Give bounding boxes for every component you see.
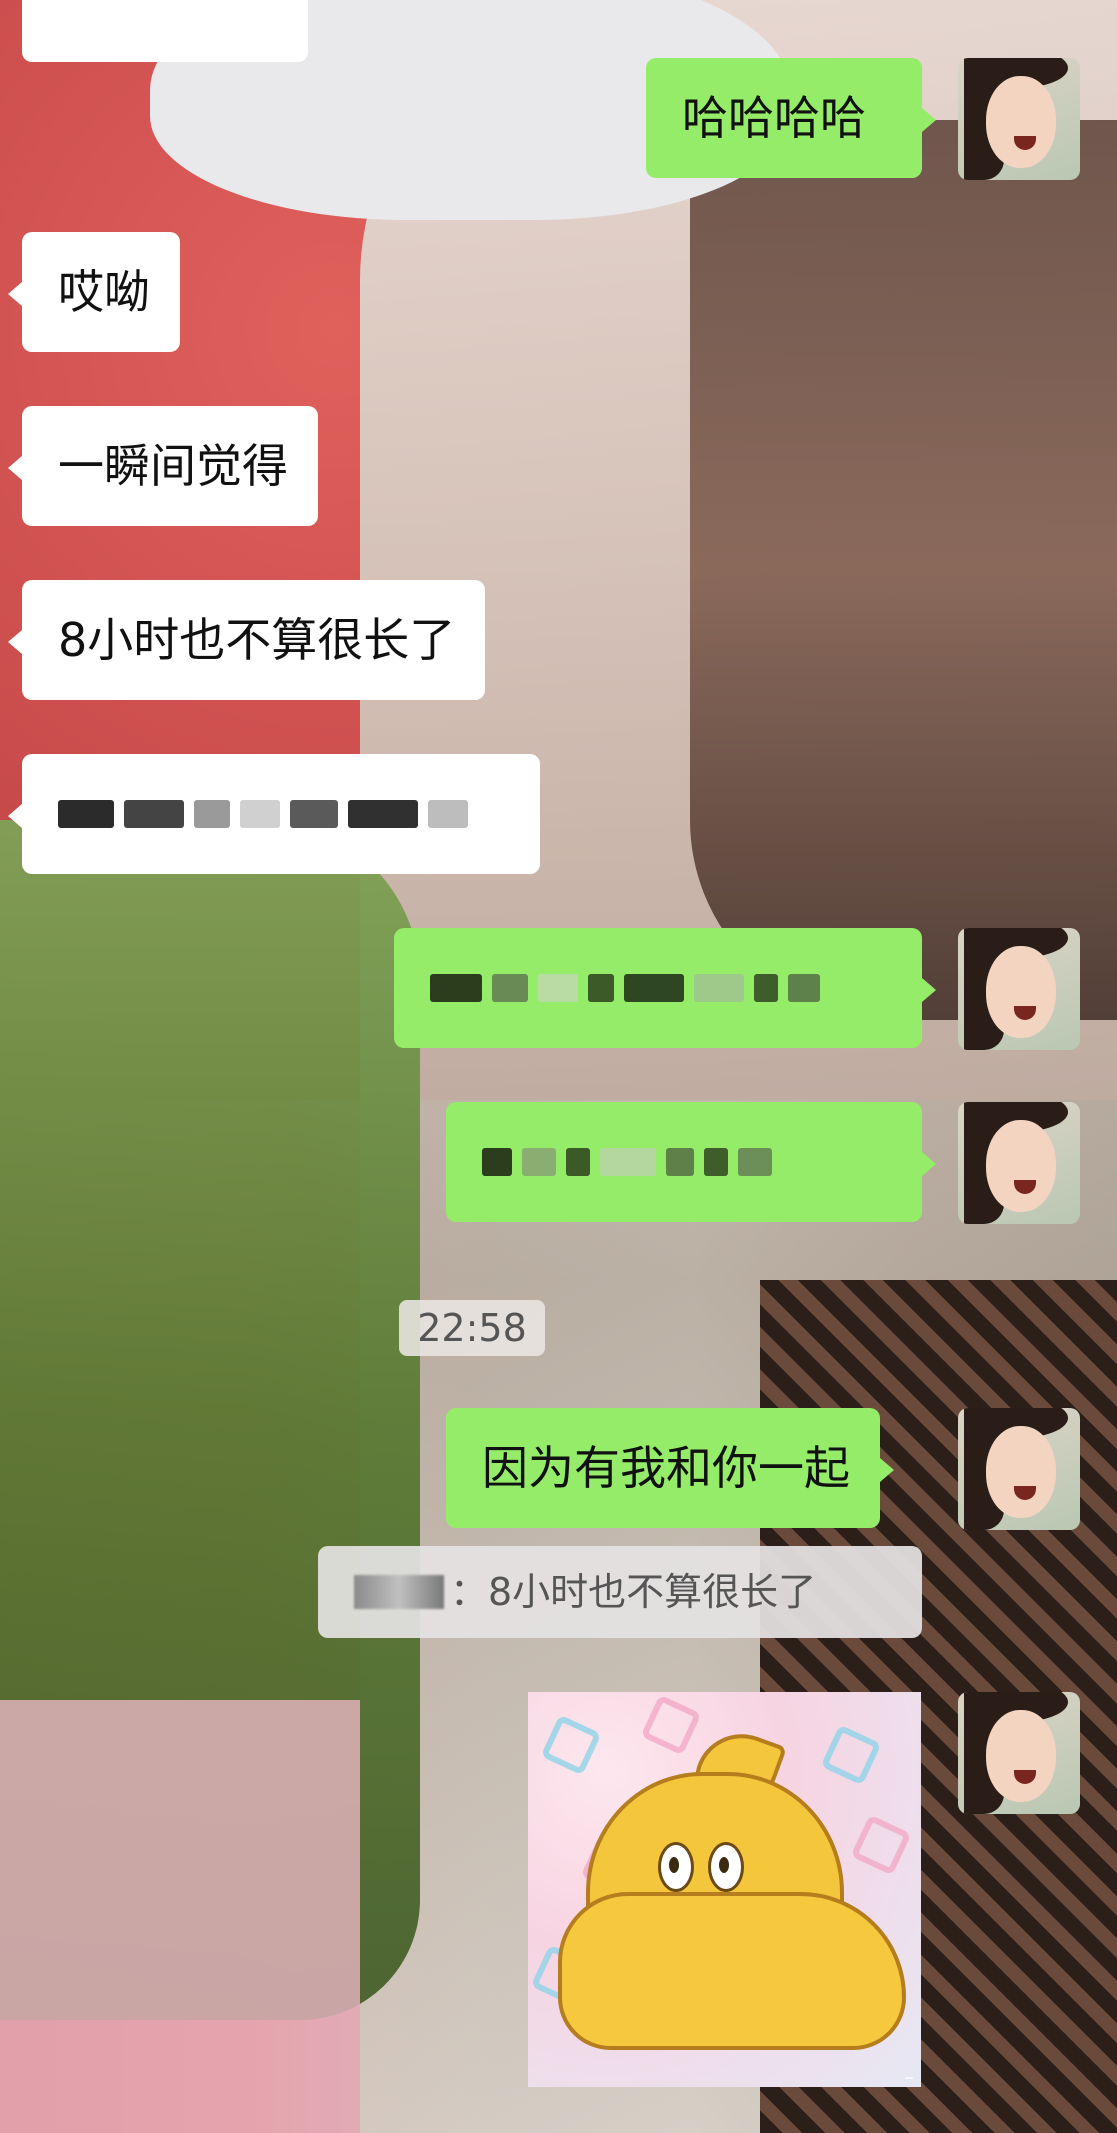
- message-outgoing-redacted[interactable]: [446, 1102, 936, 1222]
- quoted-text: ：8小时也不算很长了: [450, 1570, 817, 1614]
- timestamp: 22:58: [399, 1300, 545, 1356]
- message-incoming-redacted[interactable]: [8, 754, 540, 874]
- sticker-watermark: [905, 2077, 913, 2079]
- user-avatar[interactable]: [958, 1102, 1080, 1224]
- muscle-emoji-sticker[interactable]: [528, 1692, 921, 2087]
- message-text: 一瞬间觉得: [58, 439, 288, 493]
- message-outgoing[interactable]: 因为有我和你一起: [446, 1408, 894, 1528]
- message-outgoing[interactable]: 哈哈哈哈: [646, 58, 936, 178]
- quoted-message[interactable]: ：8小时也不算很长了: [318, 1546, 922, 1638]
- message-outgoing-redacted[interactable]: [394, 928, 936, 1048]
- chat-screen: 哈哈哈哈 哎呦 一瞬间觉得 8小时也不算很长了 22:58 因为有我和你一起 ：…: [0, 0, 1117, 2133]
- redacted-text: [482, 1133, 892, 1191]
- message-text: 8小时也不算很长了: [58, 613, 456, 667]
- message-text: 哎呦: [58, 265, 150, 319]
- message-incoming[interactable]: 哎呦: [8, 232, 180, 352]
- redacted-text: [58, 785, 510, 843]
- user-avatar[interactable]: [958, 928, 1080, 1050]
- user-avatar[interactable]: [958, 58, 1080, 180]
- message-incoming[interactable]: 8小时也不算很长了: [7, 580, 486, 700]
- message-text: 因为有我和你一起: [482, 1441, 850, 1495]
- message-incoming[interactable]: 一瞬间觉得: [8, 406, 318, 526]
- background-hair: [690, 120, 1117, 1020]
- message-partial-incoming[interactable]: [22, 0, 308, 62]
- background-pink-paper: [0, 1700, 360, 2133]
- redacted-name: [354, 1575, 444, 1609]
- message-text: 哈哈哈哈: [682, 91, 866, 145]
- redacted-text: [430, 959, 892, 1017]
- user-avatar[interactable]: [958, 1408, 1080, 1530]
- user-avatar[interactable]: [958, 1692, 1080, 1814]
